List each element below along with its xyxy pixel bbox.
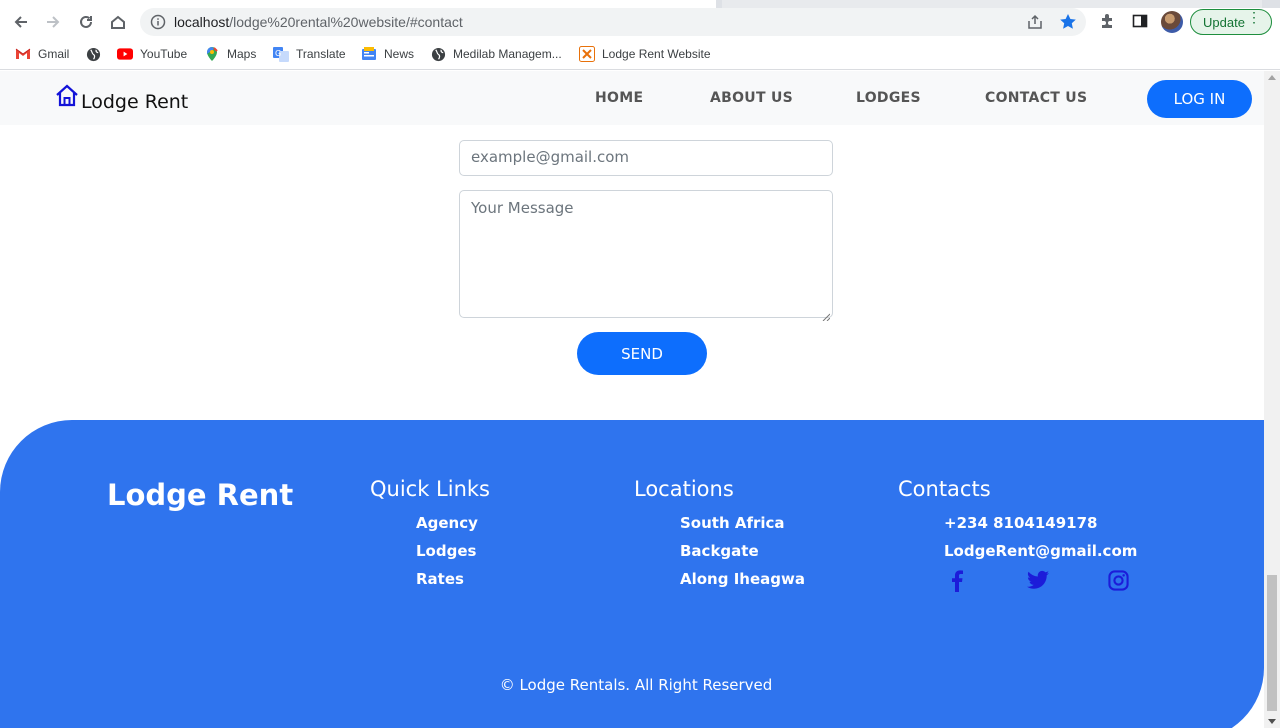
- link-agency[interactable]: Agency: [416, 514, 478, 532]
- email-field[interactable]: example@gmail.com: [459, 140, 833, 176]
- bookmark-star-icon[interactable]: [1058, 12, 1078, 37]
- copyright-text: © Lodge Rentals. All Right Reserved: [499, 676, 773, 694]
- contacts-heading: Contacts: [898, 477, 991, 501]
- nav-home[interactable]: HOME: [595, 90, 643, 106]
- location-along-iheagwa[interactable]: Along Iheagwa: [680, 570, 805, 588]
- nav-about-us[interactable]: ABOUT US: [710, 90, 793, 106]
- message-placeholder: Your Message: [471, 199, 574, 217]
- site-header: Lodge Rent HOME ABOUT US LODGES CONTACT …: [0, 71, 1264, 125]
- maps-icon: [204, 46, 220, 62]
- profile-avatar[interactable]: [1161, 11, 1183, 33]
- bookmark-label: Translate: [296, 47, 346, 61]
- inactive-tab[interactable]: [722, 0, 1262, 8]
- bookmark-label: Gmail: [38, 47, 70, 61]
- nav-contact-us[interactable]: CONTACT US: [985, 90, 1087, 106]
- url-text[interactable]: localhost/lodge%20rental%20website/#cont…: [174, 14, 463, 30]
- brand-name: Lodge Rent: [81, 91, 189, 113]
- bookmark-label: Maps: [227, 47, 257, 61]
- bookmark-youtube[interactable]: YouTube: [117, 46, 187, 62]
- email-placeholder: example@gmail.com: [471, 148, 630, 166]
- translate-icon: G: [273, 46, 289, 62]
- bookmark-label: Lodge Rent Website: [602, 47, 711, 61]
- browser-toolbar: localhost/lodge%20rental%20website/#cont…: [0, 8, 1280, 38]
- bookmark-news[interactable]: News: [361, 46, 414, 62]
- page-viewport: Lodge Rent HOME ABOUT US LODGES CONTACT …: [0, 71, 1264, 728]
- update-button[interactable]: Update ⋮: [1190, 9, 1272, 35]
- facebook-icon[interactable]: [950, 570, 964, 597]
- site-footer: Lodge Rent Quick Links Agency Lodges Rat…: [0, 420, 1264, 728]
- location-south-africa[interactable]: South Africa: [680, 514, 785, 532]
- home-icon[interactable]: [105, 8, 131, 36]
- site-logo[interactable]: Lodge Rent: [55, 84, 188, 113]
- bookmarks-bar: Gmail YouTube Maps G Translate News Medi…: [0, 38, 1280, 70]
- back-icon[interactable]: [8, 8, 34, 36]
- login-button[interactable]: LOG IN: [1147, 80, 1252, 118]
- quick-links-heading: Quick Links: [370, 477, 491, 501]
- scroll-up-arrow-icon[interactable]: [1268, 75, 1276, 80]
- globe-icon: [85, 46, 101, 62]
- bookmark-gmail[interactable]: Gmail: [15, 46, 69, 62]
- active-tab[interactable]: [0, 0, 716, 8]
- reload-icon[interactable]: [73, 8, 99, 36]
- page-scrollbar[interactable]: [1264, 71, 1280, 728]
- house-icon: [55, 84, 79, 113]
- more-menu-icon[interactable]: ⋮: [1247, 10, 1261, 24]
- tab-strip: [0, 0, 1280, 8]
- bookmark-label: YouTube: [140, 47, 188, 61]
- scrollbar-thumb[interactable]: [1267, 575, 1277, 711]
- svg-text:G: G: [275, 49, 281, 58]
- locations-heading: Locations: [634, 477, 734, 501]
- share-icon[interactable]: [1026, 13, 1044, 36]
- twitter-icon[interactable]: [1027, 570, 1049, 595]
- gmail-icon: [15, 46, 31, 62]
- footer-brand: Lodge Rent: [107, 478, 294, 512]
- bookmark-globe[interactable]: [85, 46, 101, 62]
- instagram-icon[interactable]: [1108, 570, 1129, 596]
- extensions-icon[interactable]: [1098, 12, 1116, 35]
- location-backgate[interactable]: Backgate: [680, 542, 759, 560]
- bookmark-label: News: [384, 47, 415, 61]
- bookmark-label: Medilab Managem...: [453, 47, 562, 61]
- bookmark-translate[interactable]: G Translate: [273, 46, 346, 62]
- globe-icon: [430, 46, 446, 62]
- nav-lodges[interactable]: LODGES: [856, 90, 921, 106]
- update-label: Update: [1203, 14, 1245, 30]
- scroll-down-arrow-icon[interactable]: [1268, 719, 1276, 724]
- youtube-icon: [117, 46, 133, 62]
- news-icon: [361, 46, 377, 62]
- bookmark-maps[interactable]: Maps: [204, 46, 256, 62]
- resize-handle-icon[interactable]: [822, 307, 831, 322]
- site-info-icon[interactable]: [150, 14, 166, 35]
- contact-email[interactable]: LodgeRent@gmail.com: [944, 542, 1137, 560]
- url-path: /lodge%20rental%20website/#contact: [229, 14, 463, 30]
- lodge-rent-favicon: [579, 46, 595, 62]
- address-bar[interactable]: localhost/lodge%20rental%20website/#cont…: [140, 8, 1086, 36]
- contact-phone[interactable]: +234 8104149178: [944, 514, 1097, 532]
- forward-icon[interactable]: [40, 8, 66, 36]
- side-panel-icon[interactable]: [1131, 12, 1149, 35]
- bookmark-lodge-rent[interactable]: Lodge Rent Website: [579, 46, 711, 62]
- send-button[interactable]: SEND: [577, 332, 707, 375]
- link-lodges[interactable]: Lodges: [416, 542, 476, 560]
- link-rates[interactable]: Rates: [416, 570, 464, 588]
- bookmark-medilab[interactable]: Medilab Managem...: [430, 46, 562, 62]
- url-host: localhost: [174, 14, 230, 30]
- message-field[interactable]: Your Message: [459, 190, 833, 322]
